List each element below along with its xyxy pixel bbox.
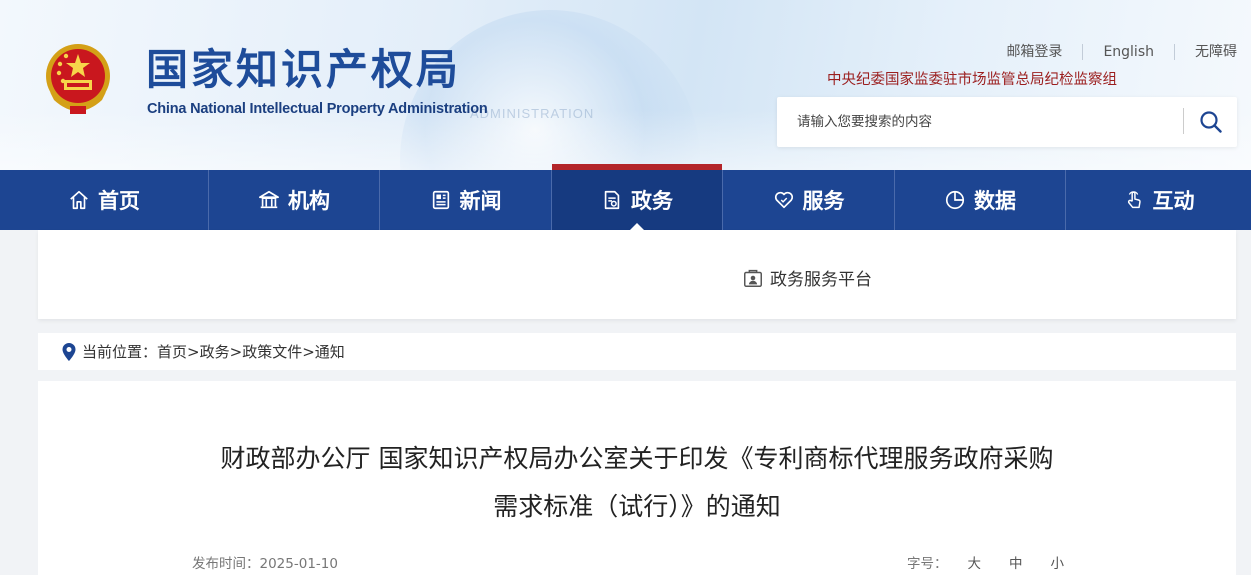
location-pin-icon xyxy=(62,342,76,361)
breadcrumb-prefix: 当前位置： xyxy=(82,343,158,361)
font-size-medium-button[interactable]: 中 xyxy=(1009,552,1023,572)
mail-login-link[interactable]: 邮箱登录 xyxy=(986,44,1082,60)
nav-label: 服务 xyxy=(802,189,845,213)
service-platform-label: 政务服务平台 xyxy=(770,270,872,290)
sub-menu-panel: 政务服务平台 xyxy=(38,230,1236,319)
header-watermark: ADMINISTRATION xyxy=(470,106,595,121)
font-size-large-button[interactable]: 大 xyxy=(968,552,982,572)
search-button[interactable] xyxy=(1184,97,1237,147)
service-platform-link[interactable]: 政务服务平台 xyxy=(742,265,872,290)
service-platform-icon xyxy=(744,269,762,287)
font-size-label: 字号： xyxy=(907,556,948,572)
search-input[interactable] xyxy=(777,97,1183,147)
institution-icon xyxy=(258,189,280,211)
supervisor-link[interactable]: 中央纪委国家监委驻市场监管总局纪检监察组 xyxy=(827,68,1117,89)
nav-item-interaction[interactable]: 互动 xyxy=(1066,170,1251,230)
nav-item-government-affairs[interactable]: 政务 xyxy=(552,164,723,230)
government-affairs-icon xyxy=(601,189,623,211)
nav-label: 首页 xyxy=(98,189,140,213)
nav-label: 数据 xyxy=(974,189,1016,213)
accessibility-link[interactable]: 无障碍 xyxy=(1174,44,1237,60)
nav-item-service[interactable]: 服务 xyxy=(723,170,895,230)
top-links: 邮箱登录 English 无障碍 xyxy=(986,44,1237,60)
site-title: 国家知识产权局 xyxy=(146,45,462,94)
nav-label: 政务 xyxy=(631,189,673,213)
publish-date: 发布时间：2025-01-10 xyxy=(192,556,338,572)
site-header: ADMINISTRATION 国家知识产权局 China National In… xyxy=(0,0,1251,170)
main-nav: 首页 机构 新闻 政务 服务 数据 互动 xyxy=(0,164,1251,230)
nav-item-institution[interactable]: 机构 xyxy=(209,170,380,230)
breadcrumb: 当前位置： 首页 > 政务 > 政策文件 > 通知 xyxy=(38,333,1236,370)
breadcrumb-government-affairs[interactable]: 政务 xyxy=(200,341,230,362)
article-panel: 财政部办公厅 国家知识产权局办公室关于印发《专利商标代理服务政府采购 需求标准（… xyxy=(38,381,1236,575)
font-size-small-button[interactable]: 小 xyxy=(1051,552,1065,572)
data-pie-icon xyxy=(944,189,966,211)
search-box xyxy=(777,97,1237,147)
breadcrumb-policy-documents[interactable]: 政策文件 xyxy=(242,341,302,362)
breadcrumb-home[interactable]: 首页 xyxy=(157,341,187,362)
article-title-line1: 财政部办公厅 国家知识产权局办公室关于印发《专利商标代理服务政府采购 xyxy=(220,444,1054,473)
article-title-line2: 需求标准（试行）》的通知 xyxy=(493,492,781,521)
site-subtitle: China National Intellectual Property Adm… xyxy=(147,101,488,117)
breadcrumb-notice[interactable]: 通知 xyxy=(315,341,345,362)
nav-item-news[interactable]: 新闻 xyxy=(380,170,552,230)
news-icon xyxy=(430,189,452,211)
article-title: 财政部办公厅 国家知识产权局办公室关于印发《专利商标代理服务政府采购 需求标准（… xyxy=(38,435,1236,531)
nav-item-data[interactable]: 数据 xyxy=(895,170,1066,230)
nav-item-home[interactable]: 首页 xyxy=(0,170,209,230)
nav-label: 互动 xyxy=(1152,189,1195,213)
breadcrumb-separator: > xyxy=(229,342,243,361)
service-icon xyxy=(773,189,795,211)
breadcrumb-separator: > xyxy=(187,342,200,361)
search-icon xyxy=(1199,111,1222,133)
nav-label: 机构 xyxy=(288,189,330,213)
breadcrumb-separator: > xyxy=(302,342,315,361)
font-size-controls: 字号： 大 中 小 xyxy=(907,552,1064,572)
home-icon xyxy=(68,189,90,211)
national-emblem-icon xyxy=(46,44,110,114)
interaction-icon xyxy=(1123,189,1145,211)
nav-label: 新闻 xyxy=(459,189,502,213)
english-link[interactable]: English xyxy=(1082,44,1174,60)
